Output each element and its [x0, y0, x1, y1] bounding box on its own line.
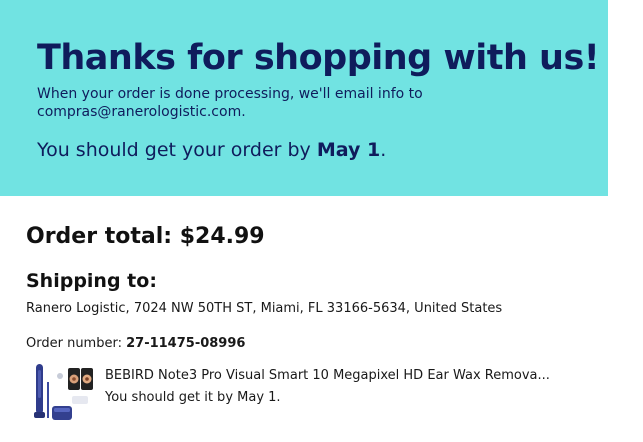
ear-wax-remover-product-image[interactable]	[30, 362, 96, 424]
banner-title: Thanks for shopping with us!	[37, 38, 600, 78]
order-number-value: 27-11475-08996	[126, 336, 246, 351]
delivery-suffix: .	[380, 139, 387, 161]
shipping-address: Ranero Logistic, 7024 NW 50TH ST, Miami,…	[26, 301, 503, 316]
right-margin	[608, 0, 643, 442]
item-delivery-estimate: You should get it by May 1.	[105, 390, 281, 405]
item-title[interactable]: BEBIRD Note3 Pro Visual Smart 10 Megapix…	[105, 368, 575, 383]
banner-email-message: When your order is done processing, we'l…	[37, 86, 423, 120]
banner-delivery-estimate: You should get your order by May 1.	[37, 139, 386, 161]
order-confirmation-page: Thanks for shopping with us! When your o…	[0, 0, 643, 442]
shipping-heading: Shipping to:	[26, 270, 157, 292]
thank-you-banner: Thanks for shopping with us! When your o…	[0, 0, 608, 196]
delivery-date: May 1	[316, 139, 381, 161]
order-number: Order number: 27-11475-08996	[26, 336, 245, 351]
delivery-prefix: You should get your order by	[37, 139, 317, 161]
order-total: Order total: $24.99	[26, 224, 265, 249]
order-number-label: Order number:	[26, 336, 127, 351]
